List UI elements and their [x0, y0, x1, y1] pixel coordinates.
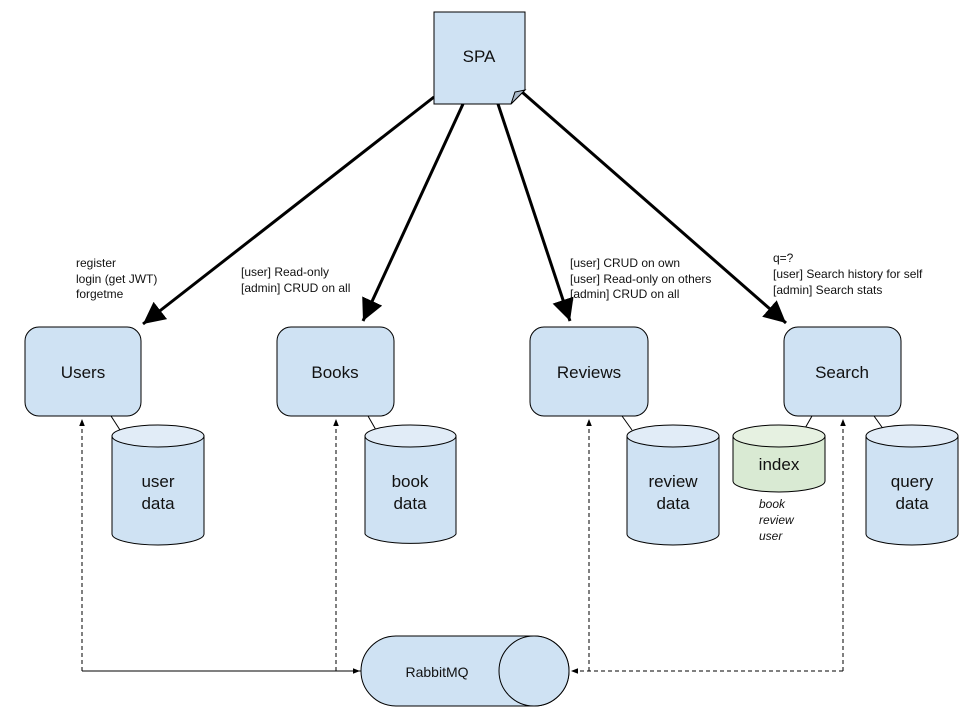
users-annotation-line: forgetme: [76, 287, 124, 301]
architecture-diagram: SPA register login (get JWT) forgetme [u…: [24, 11, 959, 707]
cylinder-top: [865, 424, 959, 448]
service-label: Users: [61, 363, 105, 382]
queue-label: RabbitMQ: [405, 664, 468, 680]
service-users[interactable]: Users: [24, 326, 142, 417]
arrow-spa-reviews: [496, 103, 574, 322]
index-content-item: user: [759, 529, 783, 543]
books-annotation-line: [admin] CRUD on all: [241, 281, 350, 295]
datastore-books[interactable]: book data: [364, 424, 457, 544]
reviews-annotation: [user] CRUD on own [user] Read-only on o…: [570, 256, 711, 301]
spa-arrows: [142, 90, 787, 326]
books-store-link: [367, 415, 377, 431]
service-books[interactable]: Books: [276, 326, 395, 417]
datastore-search[interactable]: query data: [865, 424, 959, 546]
index-content-item: review: [759, 513, 795, 527]
queue-end-cap: [498, 635, 570, 707]
search-annotation-line: [user] Search history for self: [773, 267, 923, 281]
queue-rabbitmq[interactable]: RabbitMQ: [360, 635, 570, 707]
reviews-annotation-line: [user] CRUD on own: [570, 256, 680, 270]
cylinder-top: [364, 424, 457, 448]
index-contents: book review user: [759, 497, 795, 543]
datastore-label: data: [895, 494, 929, 513]
datastore-label: data: [141, 494, 175, 513]
cylinder-top: [626, 424, 720, 448]
reviews-annotation-line: [user] Read-only on others: [570, 272, 711, 286]
datastore-label: data: [656, 494, 690, 513]
service-label: Search: [815, 363, 869, 382]
cylinder-top: [732, 424, 826, 448]
index-content-item: book: [759, 497, 786, 511]
reviews-annotation-line: [admin] CRUD on all: [570, 287, 679, 301]
datastore-label: data: [393, 494, 427, 513]
datastore-label: review: [648, 472, 698, 491]
search-annotation-line: [admin] Search stats: [773, 283, 882, 297]
datastore-label: user: [141, 472, 174, 491]
users-store-link: [110, 415, 121, 431]
service-search[interactable]: Search: [783, 326, 902, 417]
datastore-label: index: [759, 455, 800, 474]
search-annotation-line: q=?: [773, 251, 794, 265]
datastore-label: query: [891, 472, 934, 491]
reviews-store-link: [621, 415, 633, 431]
spa-node[interactable]: SPA: [433, 11, 527, 105]
datastore-users[interactable]: user data: [111, 424, 205, 546]
search-annotation: q=? [user] Search history for self [admi…: [773, 251, 923, 297]
users-annotation: register login (get JWT) forgetme: [76, 256, 157, 301]
cylinder-top: [111, 424, 205, 448]
spa-label: SPA: [463, 47, 496, 66]
service-label: Books: [311, 363, 358, 382]
service-label: Reviews: [557, 363, 621, 382]
datastore-reviews[interactable]: review data: [626, 424, 720, 546]
books-annotation: [user] Read-only [admin] CRUD on all: [241, 265, 350, 295]
users-annotation-line: register: [76, 256, 116, 270]
datastore-label: book: [392, 472, 429, 491]
users-annotation-line: login (get JWT): [76, 272, 157, 286]
arrow-spa-books: [361, 103, 465, 322]
books-annotation-line: [user] Read-only: [241, 265, 329, 279]
datastore-index[interactable]: index: [732, 424, 826, 493]
service-reviews[interactable]: Reviews: [529, 326, 649, 417]
